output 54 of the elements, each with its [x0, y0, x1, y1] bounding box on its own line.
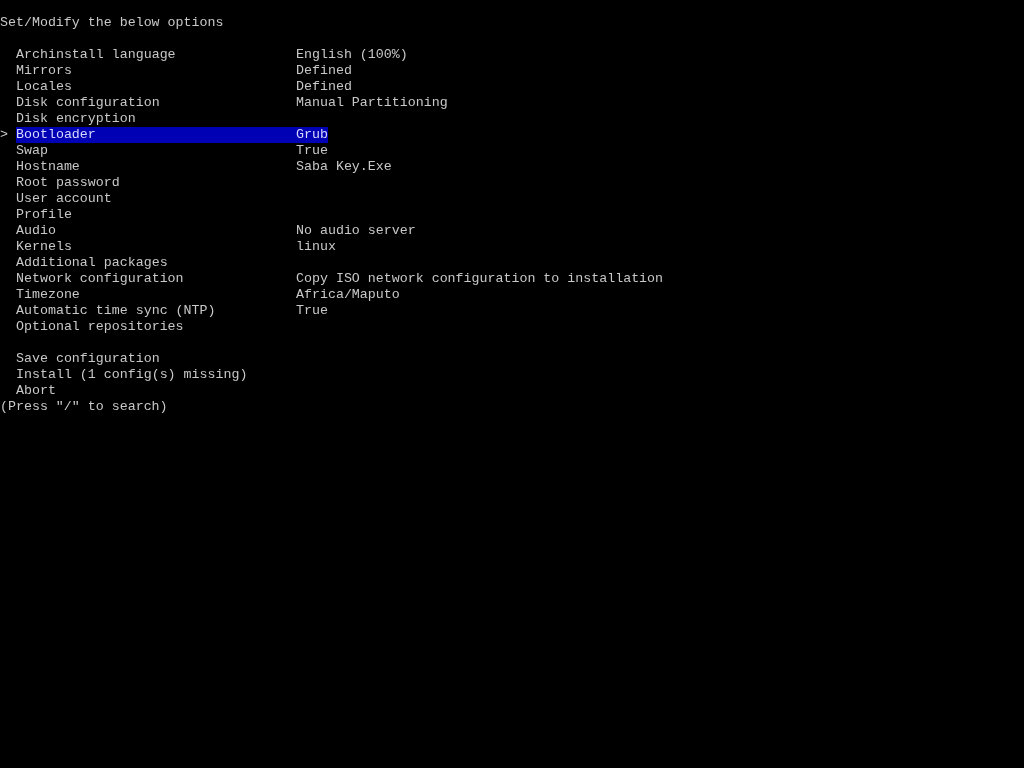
menu-item[interactable]: User account: [16, 191, 296, 207]
option-label: Locales: [16, 79, 72, 94]
search-hint: (Press "/" to search): [0, 399, 168, 415]
menu-item[interactable]: Root password: [16, 175, 296, 191]
option-label: Archinstall language: [16, 47, 176, 62]
cursor-marker: >: [0, 127, 8, 142]
option-label: Disk configuration: [16, 95, 160, 110]
option-value: Manual Partitioning: [296, 95, 448, 111]
option-value: linux: [296, 239, 336, 255]
option-label: Network configuration: [16, 271, 184, 286]
option-label: Bootloader: [16, 127, 96, 142]
menu-title: Set/Modify the below options: [0, 15, 224, 31]
option-value: No audio server: [296, 223, 416, 239]
option-value: English (100%): [296, 47, 408, 63]
option-label: Profile: [16, 207, 72, 222]
menu-action[interactable]: Save configuration: [16, 351, 160, 367]
option-label: Additional packages: [16, 255, 168, 270]
option-value: True: [296, 143, 328, 159]
option-label: Swap: [16, 143, 48, 158]
menu-item[interactable]: Swap True: [16, 143, 328, 159]
menu-action[interactable]: Install (1 config(s) missing): [16, 367, 248, 383]
option-value: Africa/Maputo: [296, 287, 400, 303]
option-value: Defined: [296, 79, 352, 95]
option-label: Mirrors: [16, 63, 72, 78]
menu-item[interactable]: Network configuration Copy ISO network configuration to installation: [16, 271, 664, 287]
menu-item[interactable]: Optional repositories: [16, 319, 296, 335]
menu-item[interactable]: Archinstall language English (100%): [16, 47, 408, 63]
menu-action[interactable]: Abort: [16, 383, 56, 399]
option-value: Saba Key.Exe: [296, 159, 392, 175]
menu-item[interactable]: Disk encryption: [16, 111, 296, 127]
option-value: Grub: [296, 127, 328, 143]
option-value: Defined: [296, 63, 352, 79]
option-label: Audio: [16, 223, 56, 238]
option-label: Kernels: [16, 239, 72, 254]
option-value: Copy ISO network configuration to installation: [296, 271, 664, 287]
menu-item[interactable]: Profile: [16, 207, 296, 223]
option-label: Optional repositories: [16, 319, 184, 334]
option-label: Automatic time sync (NTP): [16, 303, 216, 318]
option-label: Root password: [16, 175, 120, 190]
menu-item[interactable]: Mirrors Defined: [16, 63, 352, 79]
menu-item[interactable]: Disk configuration Manual Partitioning: [16, 95, 448, 111]
menu-item[interactable]: Bootloader Grub: [16, 127, 328, 143]
menu-item[interactable]: Locales Defined: [16, 79, 352, 95]
option-value: True: [296, 303, 328, 319]
menu-item[interactable]: Hostname Saba Key.Exe: [16, 159, 392, 175]
menu-item[interactable]: Kernels linux: [16, 239, 336, 255]
option-label: Timezone: [16, 287, 80, 302]
menu-item[interactable]: Timezone Africa/Maputo: [16, 287, 400, 303]
menu-item[interactable]: Audio No audio server: [16, 223, 416, 239]
menu-item[interactable]: Automatic time sync (NTP) True: [16, 303, 328, 319]
option-label: Disk encryption: [16, 111, 136, 126]
option-label: Hostname: [16, 159, 80, 174]
option-label: User account: [16, 191, 112, 206]
menu-item[interactable]: Additional packages: [16, 255, 296, 271]
